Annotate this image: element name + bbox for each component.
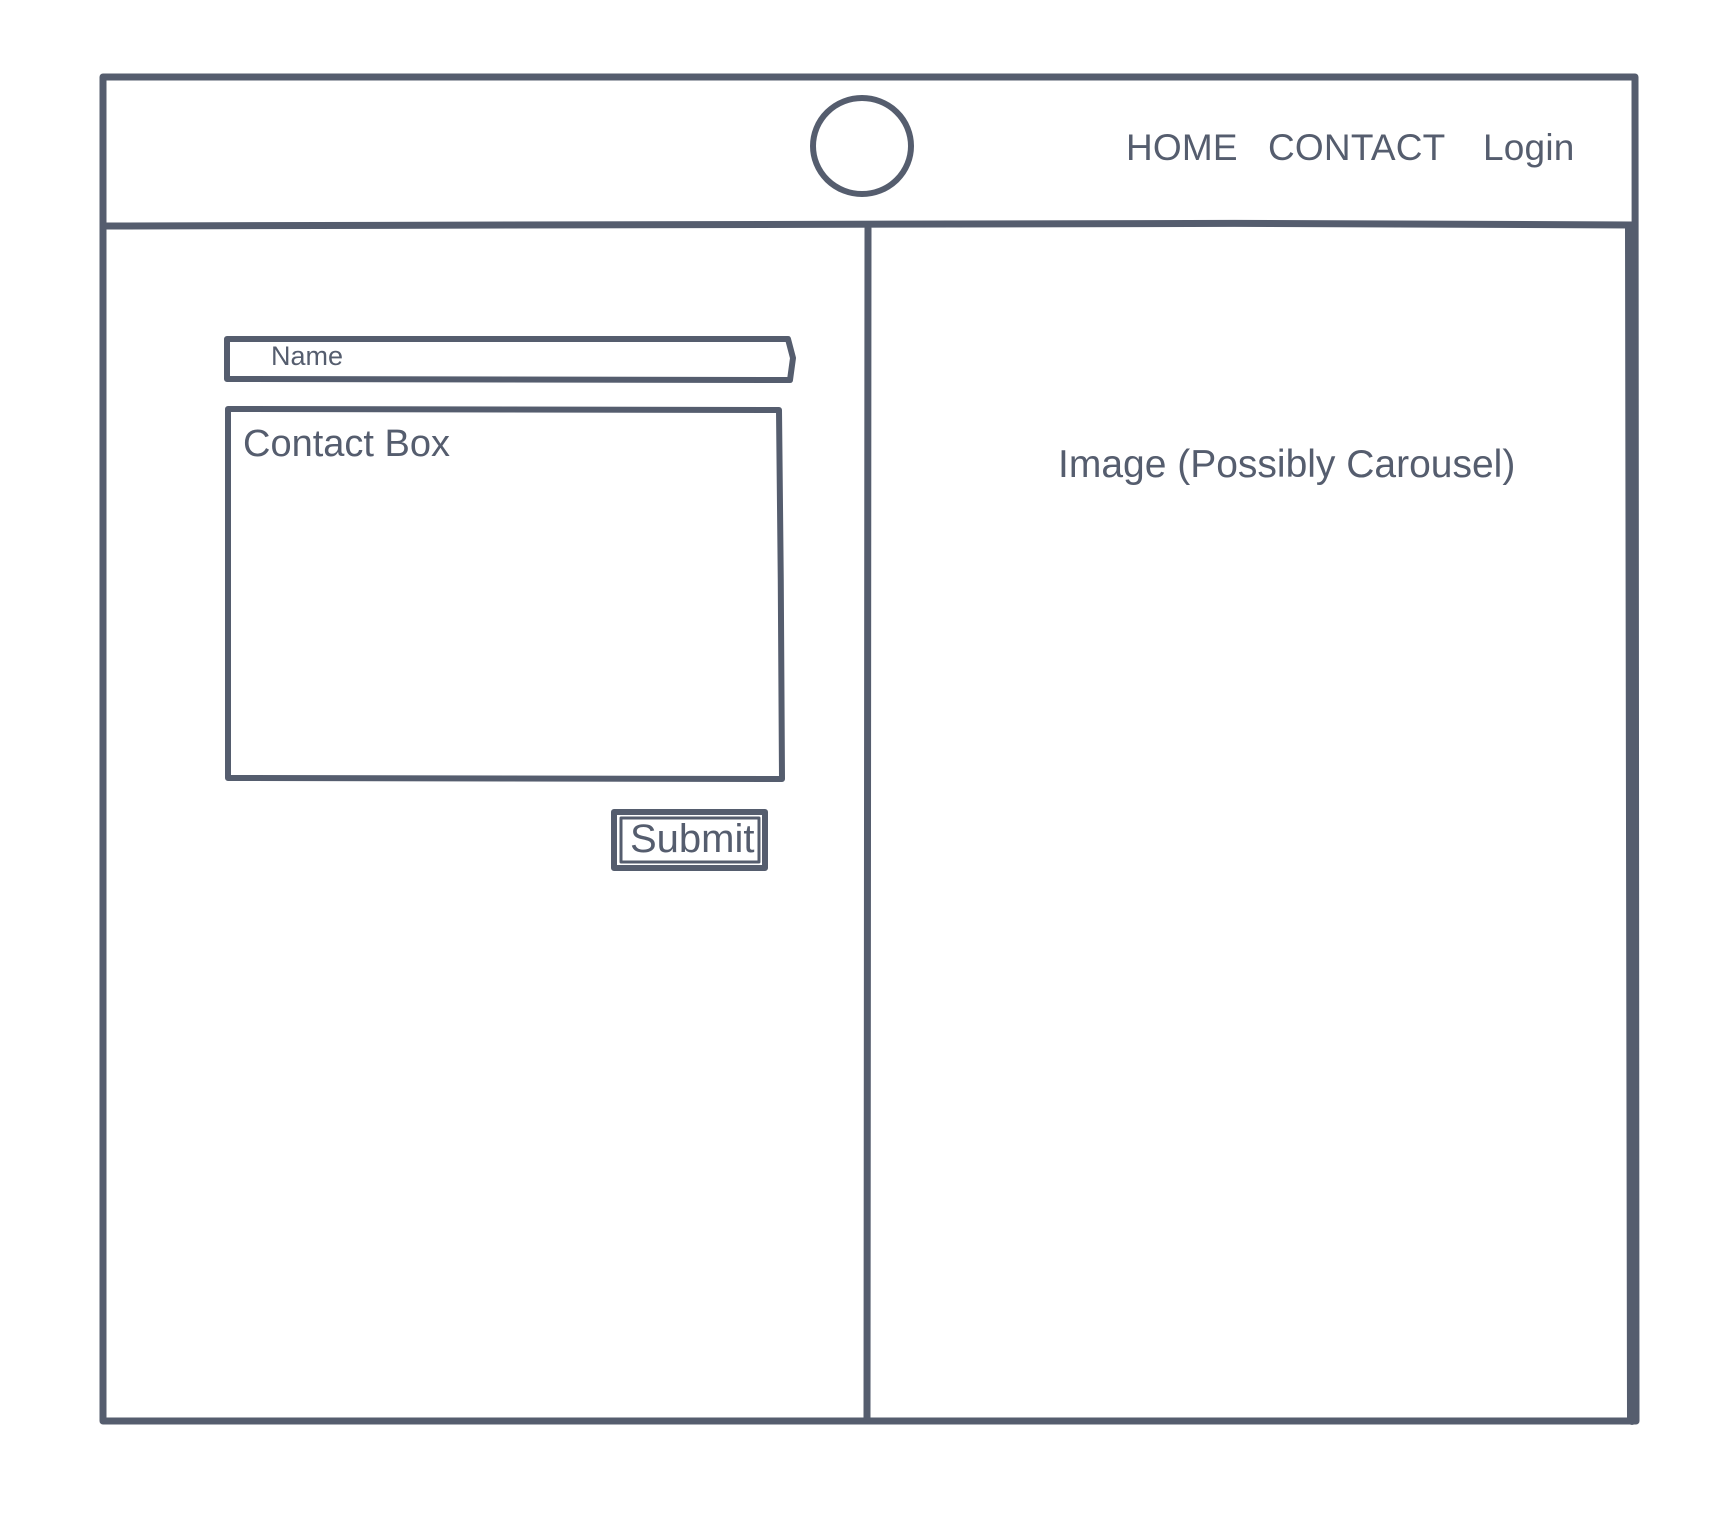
name-input-label: Name [271,341,344,371]
contact-message-textarea[interactable] [228,410,782,778]
image-placeholder-label: Image (Possibly Carousel) [1058,443,1516,486]
nav-login-link[interactable]: Login [1483,129,1575,166]
submit-button-label: Submit [630,817,755,861]
nav-home-link[interactable]: HOME [1126,129,1238,166]
circle-logo-icon[interactable] [810,97,914,197]
nav-contact-link[interactable]: CONTACT [1268,129,1445,166]
column-divider [863,224,872,1424]
contact-box-label: Contact Box [243,423,450,465]
image-carousel-placeholder [876,230,1634,1420]
